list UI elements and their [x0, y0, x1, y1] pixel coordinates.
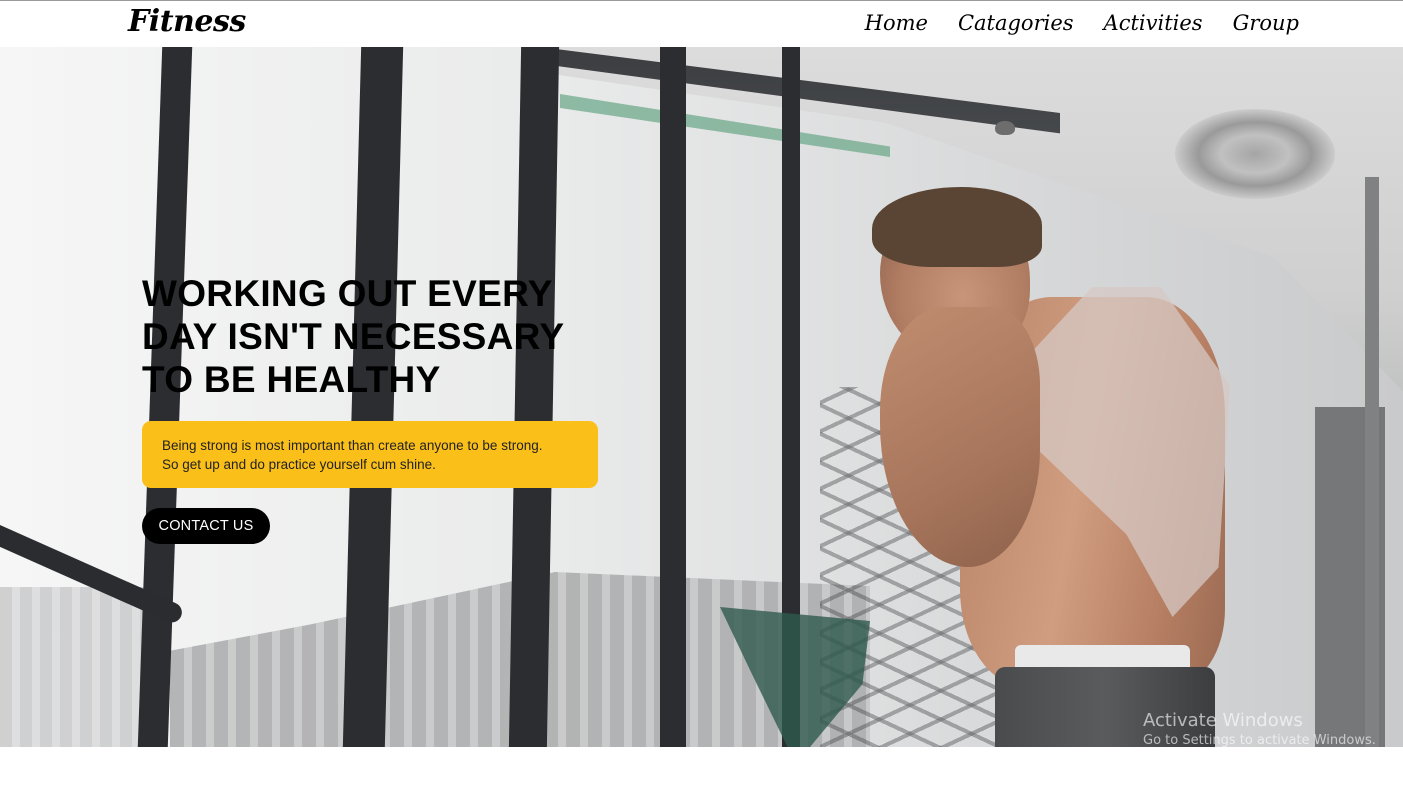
- hero-description-line-1: Being strong is most important than crea…: [162, 438, 543, 453]
- window-pillar: [660, 47, 686, 747]
- windows-activation-watermark: Activate Windows Go to Settings to activ…: [1143, 710, 1376, 750]
- contact-us-button[interactable]: CONTACT US: [142, 508, 270, 544]
- navbar: Fitness Home Catagories Activities Group: [0, 1, 1403, 47]
- athlete-hair: [872, 187, 1042, 267]
- hero-heading: WORKING OUT EVERY DAY ISN'T NECESSARY TO…: [142, 273, 564, 400]
- nav-link-group[interactable]: Group: [1233, 11, 1299, 35]
- hero-description-box: Being strong is most important than crea…: [142, 421, 598, 488]
- nav-link-home[interactable]: Home: [865, 11, 928, 35]
- background-building-left: [0, 587, 160, 747]
- watermark-subtitle: Go to Settings to activate Windows.: [1143, 733, 1376, 748]
- watermark-title: Activate Windows: [1143, 710, 1303, 731]
- site-logo[interactable]: Fitness: [128, 4, 246, 39]
- nav-link-activities[interactable]: Activities: [1104, 11, 1203, 35]
- main-nav: Home Catagories Activities Group: [865, 11, 1299, 35]
- window-post-right: [1365, 177, 1379, 747]
- hero-description-line-2: So get up and do practice yourself cum s…: [162, 457, 436, 472]
- nav-link-catagories[interactable]: Catagories: [958, 11, 1074, 35]
- security-camera: [995, 121, 1015, 135]
- ceiling-vent: [1175, 109, 1335, 199]
